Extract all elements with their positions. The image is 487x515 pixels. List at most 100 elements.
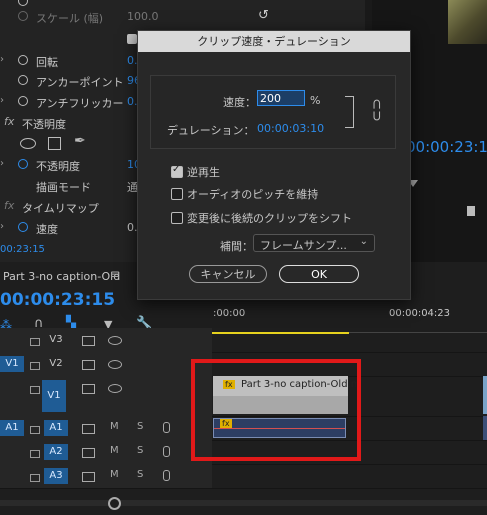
mic-icon[interactable]: [163, 470, 170, 481]
timeremap-section-label[interactable]: タイムリマップ: [22, 200, 99, 216]
track-label[interactable]: V3: [44, 332, 68, 348]
link-icon[interactable]: ⊂⊃: [369, 98, 385, 121]
next-clip-edge[interactable]: [483, 416, 487, 440]
track-header: V1: [0, 376, 212, 416]
sync-lock-icon[interactable]: [82, 472, 95, 482]
sync-lock-icon[interactable]: [82, 448, 95, 458]
opacity-label: 不透明度: [36, 160, 80, 173]
ellipse-mask-icon[interactable]: [20, 138, 36, 149]
playhead-marker-icon[interactable]: [467, 206, 475, 216]
track-label[interactable]: A2: [44, 444, 68, 460]
blend-mode-label: 描画モード: [36, 181, 91, 194]
zoom-scrollbar-handle[interactable]: [108, 497, 121, 510]
sync-lock-icon[interactable]: [82, 360, 95, 370]
track-header: A3 M S: [0, 464, 212, 488]
reverse-checkbox[interactable]: [171, 164, 183, 178]
track-row-v3: V3: [0, 328, 487, 353]
stopwatch-icon[interactable]: [18, 159, 28, 169]
sync-lock-icon[interactable]: [82, 336, 95, 346]
antiflicker-label: アンチフリッカー: [36, 97, 124, 110]
lock-icon[interactable]: [30, 338, 40, 346]
chevron-right-icon[interactable]: ›: [0, 221, 4, 232]
chevron-right-icon[interactable]: ›: [0, 158, 4, 169]
chevron-down-icon: ⌄: [359, 236, 368, 247]
source-patch[interactable]: V1: [0, 356, 24, 372]
effect-row-scale-width: スケール (幅) 100.0 ↺: [0, 8, 372, 28]
interpolation-value: フレームサンプ...: [260, 239, 347, 252]
solo-button[interactable]: S: [137, 469, 143, 480]
reverse-label[interactable]: 逆再生: [187, 164, 220, 180]
interpolation-label: 補間：: [220, 240, 253, 253]
speed-input[interactable]: [257, 90, 305, 106]
link-bracket: [345, 96, 354, 128]
ok-button[interactable]: OK: [279, 265, 359, 283]
reset-icon[interactable]: ↺: [258, 8, 269, 23]
chevron-right-icon[interactable]: ›: [0, 54, 4, 65]
stopwatch-icon[interactable]: [18, 222, 28, 232]
track-header: V3: [0, 328, 212, 352]
timeline-timecode[interactable]: 00:00:23:15: [0, 290, 115, 310]
pen-mask-icon[interactable]: ✒: [74, 133, 86, 149]
track-label[interactable]: A1: [44, 420, 68, 436]
track-label[interactable]: V2: [44, 356, 68, 372]
solo-button[interactable]: S: [137, 421, 143, 432]
speed-label: 速度: [36, 223, 58, 236]
duration-value[interactable]: 00:00:03:10: [257, 122, 324, 135]
uniform-scale-checkbox[interactable]: [127, 34, 137, 44]
dialog-title[interactable]: クリップ速度・デュレーション: [138, 31, 410, 52]
interpolation-select[interactable]: フレームサンプ... ⌄: [253, 234, 375, 252]
mute-button[interactable]: M: [110, 421, 119, 432]
sync-lock-icon[interactable]: [82, 424, 95, 434]
fx-icon[interactable]: fx: [4, 199, 14, 212]
mute-button[interactable]: M: [110, 445, 119, 456]
clip-speed-duration-dialog: クリップ速度・デュレーション 速度： % デュレーション： 00:00:03:1…: [137, 30, 411, 300]
video-frame: [448, 0, 487, 44]
stopwatch-icon[interactable]: [18, 75, 28, 85]
maintain-pitch-label[interactable]: オーディオのピッチを維持: [187, 186, 318, 202]
eye-icon[interactable]: [108, 384, 122, 393]
effect-controls-timecode: 00:23:15: [0, 244, 45, 255]
stopwatch-icon[interactable]: [18, 96, 28, 106]
source-patch[interactable]: A1: [0, 420, 24, 436]
lock-icon[interactable]: [30, 426, 40, 434]
stopwatch-icon[interactable]: [18, 55, 28, 65]
fx-icon[interactable]: fx: [4, 115, 14, 128]
eye-icon[interactable]: [108, 360, 122, 369]
stopwatch-icon[interactable]: [18, 11, 28, 21]
program-timecode[interactable]: 00:00:23:15: [406, 138, 487, 156]
track-label[interactable]: A3: [44, 468, 68, 484]
highlight-annotation-box: [191, 359, 361, 461]
scale-width-value[interactable]: 100.0: [127, 10, 159, 23]
chevron-right-icon[interactable]: ›: [0, 95, 4, 106]
duration-label: デュレーション：: [167, 124, 255, 137]
mute-button[interactable]: M: [110, 469, 119, 480]
zoom-scrollbar[interactable]: [0, 500, 487, 506]
next-clip-edge[interactable]: [483, 376, 487, 414]
sequence-name-tab[interactable]: Part 3-no caption-Old: [3, 270, 120, 283]
ruler-mark-label: 00:00:04:23: [389, 308, 451, 319]
rectangle-mask-icon[interactable]: [48, 137, 61, 150]
maintain-pitch-checkbox[interactable]: [171, 188, 183, 200]
speed-unit: %: [310, 94, 321, 107]
panel-menu-icon[interactable]: ≡: [110, 267, 120, 281]
opacity-section-label[interactable]: 不透明度: [22, 116, 66, 132]
anchor-label: アンカーポイント: [36, 76, 124, 89]
solo-button[interactable]: S: [137, 445, 143, 456]
scale-width-label: スケール (幅): [36, 12, 104, 25]
track-label[interactable]: V1: [42, 380, 66, 412]
lock-icon[interactable]: [30, 386, 40, 394]
track-header: A1 A1 M S: [0, 416, 212, 440]
lock-icon[interactable]: [30, 362, 40, 370]
sync-lock-icon[interactable]: [82, 384, 95, 394]
mic-icon[interactable]: [163, 422, 170, 433]
ripple-edit-label[interactable]: 変更後に後続のクリップをシフト: [187, 210, 352, 226]
ripple-edit-checkbox[interactable]: [171, 212, 183, 224]
cancel-button[interactable]: キャンセル: [189, 265, 267, 283]
track-row-a3: A3 M S: [0, 464, 487, 489]
lock-icon[interactable]: [30, 474, 40, 482]
stopwatch-icon[interactable]: [18, 0, 28, 6]
eye-icon[interactable]: [108, 336, 122, 345]
mic-icon[interactable]: [163, 446, 170, 457]
lock-icon[interactable]: [30, 450, 40, 458]
speed-duration-group: 速度： % デュレーション： 00:00:03:10 ⊂⊃: [150, 75, 396, 149]
